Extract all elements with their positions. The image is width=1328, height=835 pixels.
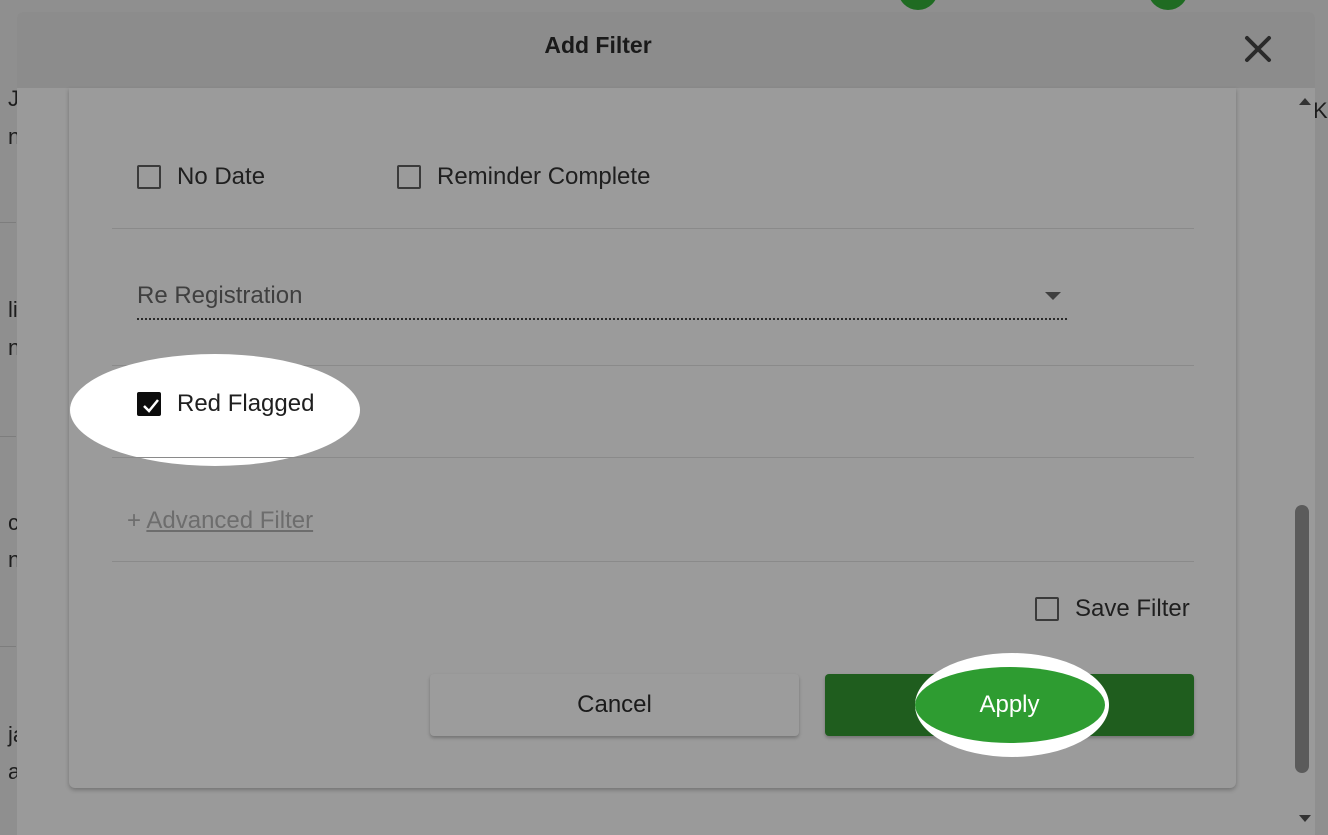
dialog-title: Add Filter: [544, 32, 652, 58]
reminder-complete-checkbox[interactable]: Reminder Complete: [397, 163, 650, 191]
chevron-down-icon: [1045, 292, 1061, 300]
cancel-button[interactable]: Cancel: [430, 674, 799, 736]
checkbox-checked-icon[interactable]: [137, 392, 161, 416]
select-value: Re Registration: [137, 282, 303, 309]
background-avatar: [1148, 0, 1188, 10]
checkbox-unchecked-icon[interactable]: [397, 165, 421, 189]
background-row-divider: [0, 222, 16, 223]
background-row-divider: [0, 646, 16, 647]
divider: [112, 228, 1194, 229]
close-icon: [1245, 36, 1271, 62]
registration-select[interactable]: Re Registration: [137, 278, 1067, 320]
advanced-filter-label: Advanced Filter: [146, 507, 314, 534]
add-filter-dialog: Add Filter No Date Reminder Complete Re …: [17, 12, 1315, 835]
dialog-header: Add Filter: [17, 12, 1315, 88]
scroll-up-arrow-icon[interactable]: [1299, 98, 1311, 105]
background-avatar: [898, 0, 938, 10]
filter-panel: No Date Reminder Complete Re Registratio…: [69, 88, 1236, 788]
checkbox-label: Save Filter: [1075, 595, 1190, 622]
checkbox-label: Reminder Complete: [437, 163, 651, 190]
save-filter-checkbox[interactable]: Save Filter: [1035, 595, 1190, 623]
scroll-down-arrow-icon[interactable]: [1299, 815, 1311, 822]
plus-icon: +: [127, 507, 142, 534]
checkbox-unchecked-icon[interactable]: [1035, 597, 1059, 621]
advanced-filter-link[interactable]: + Advanced Filter: [127, 507, 313, 535]
close-button[interactable]: [1239, 30, 1277, 68]
checkbox-label: No Date: [177, 163, 266, 190]
checkbox-label: Red Flagged: [177, 390, 315, 417]
apply-button-highlight[interactable]: [915, 667, 1105, 743]
background-row-divider: [0, 436, 16, 437]
checkbox-unchecked-icon[interactable]: [137, 165, 161, 189]
divider: [112, 561, 1194, 562]
scrollbar-thumb[interactable]: [1295, 505, 1309, 773]
background-text: KI: [1313, 98, 1328, 123]
divider: [112, 457, 1194, 458]
red-flagged-checkbox[interactable]: Red Flagged: [137, 390, 314, 418]
no-date-checkbox[interactable]: No Date: [137, 163, 265, 191]
